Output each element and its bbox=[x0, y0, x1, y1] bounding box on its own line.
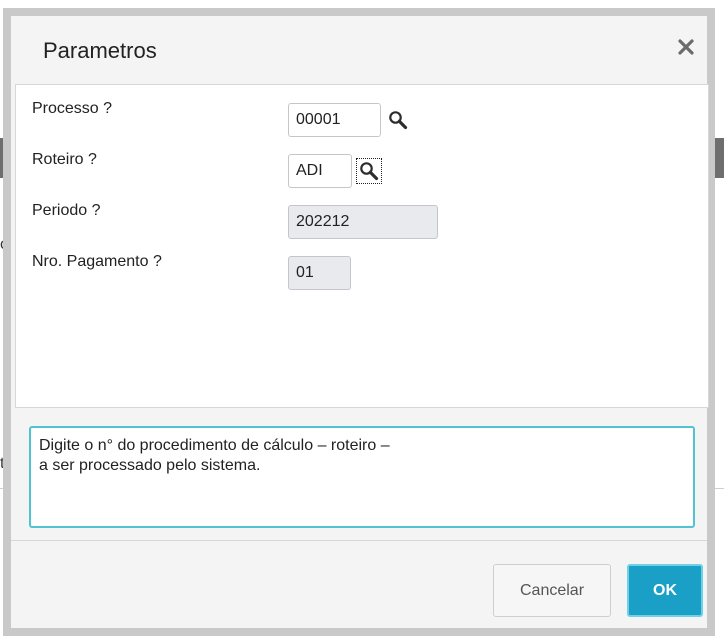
close-icon bbox=[678, 39, 694, 55]
processo-lookup-button[interactable] bbox=[385, 107, 411, 133]
search-icon bbox=[360, 162, 379, 181]
periodo-field bbox=[288, 205, 438, 239]
parameters-dialog: Parametros Processo ? Roteiro ? Perio bbox=[3, 8, 715, 636]
ok-button[interactable]: OK bbox=[627, 564, 703, 617]
roteiro-lookup-button[interactable] bbox=[356, 158, 382, 184]
cancel-button[interactable]: Cancelar bbox=[493, 564, 611, 617]
parameters-panel: Processo ? Roteiro ? Periodo ? Nro. Paga… bbox=[15, 84, 709, 408]
help-text-line: a ser processado pelo sistema. bbox=[39, 457, 261, 474]
close-button[interactable] bbox=[675, 36, 697, 58]
nro-pagamento-field bbox=[288, 256, 351, 290]
processo-field[interactable] bbox=[288, 103, 381, 137]
footer-divider bbox=[11, 540, 707, 541]
param-label-periodo: Periodo ? bbox=[32, 202, 101, 219]
roteiro-field[interactable] bbox=[288, 154, 352, 188]
param-label-processo: Processo ? bbox=[32, 100, 113, 117]
dialog-title: Parametros bbox=[43, 38, 157, 63]
help-text-line: Digite o n° do procedimento de cálculo –… bbox=[39, 437, 390, 454]
search-icon bbox=[389, 111, 408, 130]
dialog-header: Parametros bbox=[11, 16, 707, 83]
help-text-box: Digite o n° do procedimento de cálculo –… bbox=[29, 426, 695, 528]
param-label-roteiro: Roteiro ? bbox=[32, 151, 97, 168]
param-label-nro-pagamento: Nro. Pagamento ? bbox=[32, 253, 162, 270]
